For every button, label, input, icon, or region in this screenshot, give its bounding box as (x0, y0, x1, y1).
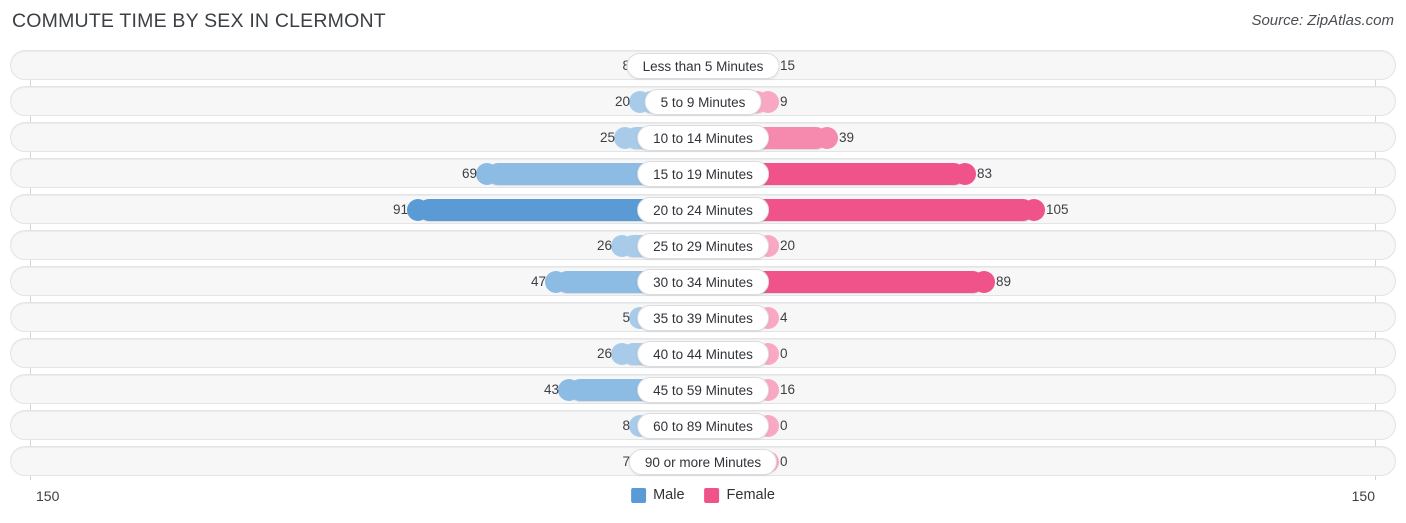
chart-row: 26 0 40 to 44 Minutes (10, 338, 1396, 368)
legend-item-female[interactable]: Female (704, 487, 775, 503)
legend-swatch-female-icon (704, 487, 720, 503)
chart-page: COMMUTE TIME BY SEX IN CLERMONT Source: … (0, 0, 1406, 523)
bar-value-female: 9 (780, 94, 788, 109)
chart-legend: Male Female (631, 487, 775, 503)
category-label-pill: 20 to 24 Minutes (637, 197, 769, 223)
chart-row: 69 83 15 to 19 Minutes (10, 158, 1396, 188)
bar-value-female: 89 (996, 274, 1012, 289)
chart-row: 8 0 60 to 89 Minutes (10, 410, 1396, 440)
bar-value-male: 47 (530, 274, 546, 289)
category-label-pill: Less than 5 Minutes (626, 53, 780, 79)
bar-value-male: 69 (461, 166, 477, 181)
bar-value-female: 15 (780, 58, 796, 73)
category-label-pill: 25 to 29 Minutes (637, 233, 769, 259)
chart-row: 5 4 35 to 39 Minutes (10, 302, 1396, 332)
bar-value-male: 25 (599, 130, 615, 145)
category-label-pill: 45 to 59 Minutes (637, 377, 769, 403)
bar-value-female: 16 (780, 382, 796, 397)
bar-value-male: 8 (578, 55, 630, 77)
legend-swatch-male-icon (631, 487, 647, 503)
source-attribution: Source: ZipAtlas.com (1251, 12, 1394, 29)
bar-value-male: 43 (543, 382, 559, 397)
chart-header: COMMUTE TIME BY SEX IN CLERMONT Source: … (0, 0, 1406, 44)
bar-value-male: 91 (392, 202, 408, 217)
axis-max-label-right: 150 (1351, 488, 1375, 504)
bar-value-male: 5 (622, 310, 630, 325)
category-label-pill: 15 to 19 Minutes (637, 161, 769, 187)
bar-value-male: 26 (596, 238, 612, 253)
chart-row: 26 20 25 to 29 Minutes (10, 230, 1396, 260)
chart-row: 7 0 90 or more Minutes (10, 446, 1396, 476)
chart-footer: 150 Male Female 150 (0, 480, 1406, 523)
category-label-pill: 10 to 14 Minutes (637, 125, 769, 151)
chart-row: 8 15Less than 5 Minutes (10, 50, 1396, 80)
bar-value-male: 26 (596, 346, 612, 361)
bar-value-female: 0 (780, 346, 788, 361)
legend-label-male: Male (653, 487, 685, 503)
bar-value-female: 20 (780, 238, 796, 253)
bar-value-female: 39 (839, 130, 855, 145)
bar-value-female: 0 (780, 454, 788, 469)
page-title: COMMUTE TIME BY SEX IN CLERMONT (12, 10, 386, 32)
category-label-pill: 60 to 89 Minutes (637, 413, 769, 439)
category-label-pill: 40 to 44 Minutes (637, 341, 769, 367)
legend-item-male[interactable]: Male (631, 487, 685, 503)
bar-value-female: 83 (977, 166, 993, 181)
bar-value-male: 8 (622, 418, 630, 433)
bar-value-female: 105 (1046, 202, 1069, 217)
bar-value-female: 4 (780, 310, 788, 325)
chart-row: 91 105 20 to 24 Minutes (10, 194, 1396, 224)
axis-max-label-left: 150 (36, 488, 60, 504)
category-label-pill: 30 to 34 Minutes (637, 269, 769, 295)
bar-value-male: 7 (622, 454, 630, 469)
chart-row: 43 16 45 to 59 Minutes (10, 374, 1396, 404)
category-label-pill: 35 to 39 Minutes (637, 305, 769, 331)
bar-value-female: 0 (780, 418, 788, 433)
chart-row: 25 39 10 to 14 Minutes (10, 122, 1396, 152)
chart-row: 20 9 5 to 9 Minutes (10, 86, 1396, 116)
legend-label-female: Female (726, 487, 775, 503)
bar-value-male: 20 (614, 94, 630, 109)
chart-plot-area: 815Less than 5 Minutes2095 to 9 Minutes2… (0, 44, 1406, 480)
category-label-pill: 5 to 9 Minutes (644, 89, 762, 115)
category-label-pill: 90 or more Minutes (628, 449, 778, 475)
chart-row: 47 89 30 to 34 Minutes (10, 266, 1396, 296)
